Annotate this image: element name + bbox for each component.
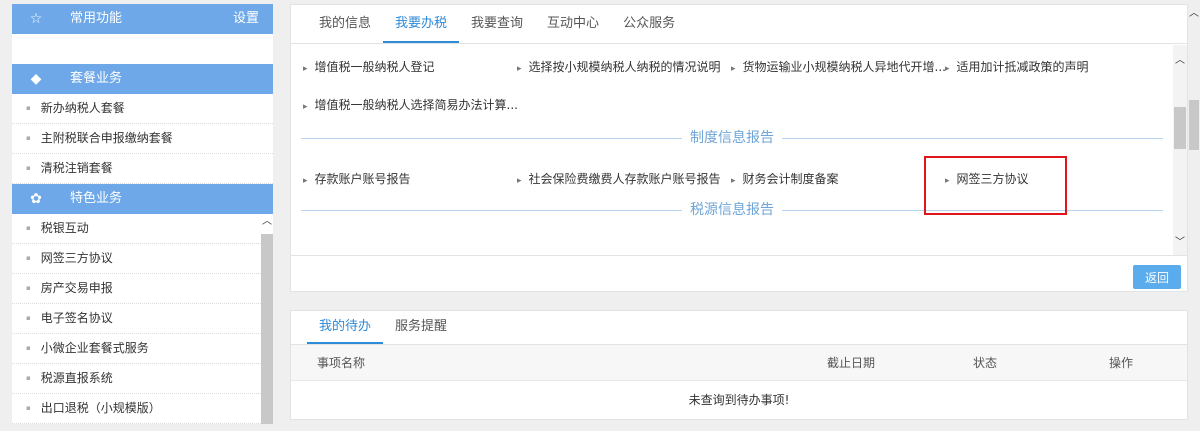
service-link[interactable]: 适用加计抵减政策的声明	[945, 58, 1159, 75]
favorites-empty	[12, 34, 273, 64]
chevron-up-icon[interactable]: ︿	[1188, 8, 1200, 20]
tab-reminders[interactable]: 服务提醒	[383, 311, 459, 344]
content-scrollbar[interactable]: ︿ ﹀	[1173, 45, 1187, 255]
section-title: 税源信息报告	[682, 201, 782, 219]
service-link[interactable]: 增值税一般纳税人登记	[303, 58, 517, 75]
sidebar-item[interactable]: 房产交易申报	[12, 274, 273, 304]
scroll-thumb[interactable]	[1189, 100, 1199, 150]
clover-icon: ✿	[30, 191, 42, 207]
sidebar-item[interactable]: 小微企业套餐式服务	[12, 334, 273, 364]
panel-footer: 返回	[291, 255, 1187, 292]
special-header: ✿ 特色业务	[12, 184, 273, 214]
packages-title: 套餐业务	[70, 71, 123, 86]
special-title: 特色业务	[70, 191, 123, 206]
service-link[interactable]: 社会保险费缴费人存款账户账号报告	[517, 170, 731, 187]
column-name: 事项名称	[317, 356, 366, 370]
service-link[interactable]: 财务会计制度备案	[731, 170, 945, 187]
service-link[interactable]: 增值税一般纳税人选择简易办法计算...	[303, 96, 517, 113]
service-list: 增值税一般纳税人登记 选择按小规模纳税人纳税的情况说明 货物运输业小规模纳税人异…	[291, 45, 1173, 255]
service-link[interactable]: 存款账户账号报告	[303, 170, 517, 187]
tab-interaction[interactable]: 互动中心	[535, 5, 611, 43]
todo-tabs: 我的待办 服务提醒	[291, 311, 1187, 345]
column-deadline: 截止日期	[827, 356, 876, 370]
page-scrollbar[interactable]: ︿	[1188, 0, 1200, 431]
sidebar-item[interactable]: 新办纳税人套餐	[12, 94, 273, 124]
sidebar-item[interactable]: 出口退税（小规模版）	[12, 394, 273, 424]
favorites-title: 常用功能	[70, 11, 123, 26]
service-link[interactable]: 选择按小规模纳税人纳税的情况说明	[517, 58, 731, 75]
scroll-thumb[interactable]	[1174, 107, 1186, 149]
favorites-header: ☆ 常用功能 设置	[12, 4, 273, 34]
empty-message: 未查询到待办事项!	[688, 393, 790, 407]
tab-my-todo[interactable]: 我的待办	[307, 311, 384, 344]
main-tabs: 我的信息 我要办税 我要查询 互动中心 公众服务	[291, 5, 1187, 44]
layers-icon: ◆	[30, 71, 42, 87]
sidebar-item[interactable]: 网签三方协议	[12, 244, 273, 274]
section-divider: 制度信息报告	[291, 125, 1173, 151]
tab-public-service[interactable]: 公众服务	[611, 5, 687, 43]
star-icon: ☆	[29, 11, 43, 27]
tax-panel: 我的信息 我要办税 我要查询 互动中心 公众服务 增值税一般纳税人登记 选择按小…	[290, 4, 1188, 292]
sidebar-item[interactable]: 税源直报系统	[12, 364, 273, 394]
highlight-box	[924, 156, 1067, 215]
column-action: 操作	[1109, 356, 1134, 370]
tab-query[interactable]: 我要查询	[459, 5, 535, 43]
sidebar-item[interactable]: 清税注销套餐	[12, 154, 273, 184]
column-status: 状态	[973, 356, 998, 370]
packages-header: ◆ 套餐业务	[12, 64, 273, 94]
settings-link[interactable]: 设置	[233, 11, 259, 27]
sidebar: ☆ 常用功能 设置 ◆ 套餐业务 新办纳税人套餐 主附税联合申报缴纳套餐 清税注…	[12, 4, 273, 424]
service-link[interactable]: 货物运输业小规模纳税人异地代开增...	[731, 58, 945, 75]
sidebar-scrollbar[interactable]: ︿	[261, 214, 273, 424]
sidebar-item[interactable]: 电子签名协议	[12, 304, 273, 334]
tab-my-info[interactable]: 我的信息	[307, 5, 383, 43]
section-title: 制度信息报告	[682, 129, 782, 147]
chevron-up-icon[interactable]: ︿	[261, 216, 273, 228]
chevron-up-icon[interactable]: ︿	[1173, 55, 1187, 67]
sidebar-item[interactable]: 税银互动	[12, 214, 273, 244]
todo-panel: 我的待办 服务提醒 事项名称 截止日期 状态 操作 未查询到待办事项!	[290, 310, 1188, 420]
todo-table-header: 事项名称 截止日期 状态 操作	[291, 345, 1187, 381]
chevron-down-icon[interactable]: ﹀	[1173, 237, 1187, 249]
tab-tax-handling[interactable]: 我要办税	[383, 5, 460, 43]
sidebar-item[interactable]: 主附税联合申报缴纳套餐	[12, 124, 273, 154]
scroll-thumb[interactable]	[261, 234, 273, 424]
back-button[interactable]: 返回	[1133, 265, 1181, 289]
